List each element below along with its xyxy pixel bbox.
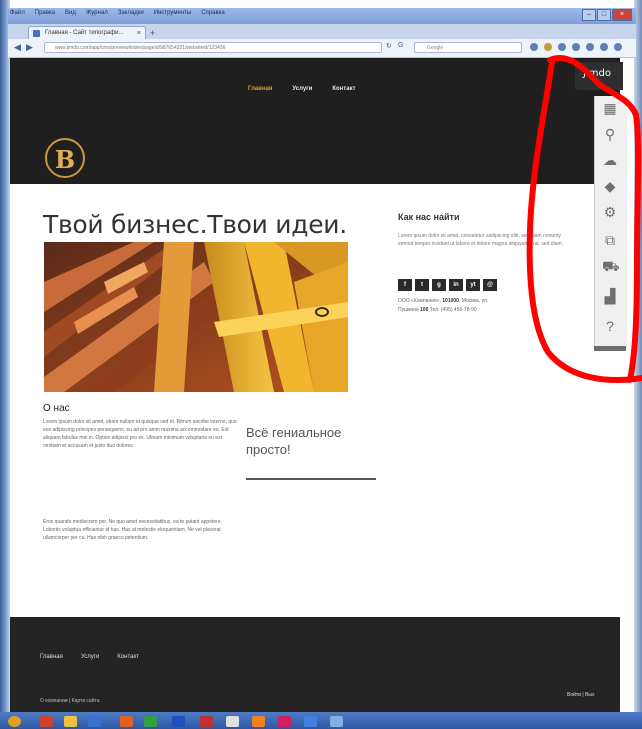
home-icon[interactable] — [558, 43, 566, 51]
linkedin-icon[interactable]: in — [449, 279, 463, 291]
jimdo-logo: Jimdo — [583, 68, 611, 79]
stats-icon[interactable]: ▟ — [602, 288, 618, 304]
taskbar-app-icon[interactable] — [144, 716, 157, 727]
menu-history[interactable]: Журнал — [84, 10, 110, 20]
taskbar-app-icon[interactable] — [278, 716, 291, 727]
menu-tools[interactable]: Инструменты — [152, 10, 193, 20]
paint-icon[interactable]: ☁ — [602, 152, 618, 168]
address-city: , Москва, ул. — [458, 298, 489, 304]
taskbar-app-icon[interactable] — [40, 716, 53, 727]
share-icon[interactable] — [600, 43, 608, 51]
box-icon[interactable]: ◆ — [602, 178, 618, 194]
hero-image — [44, 242, 348, 392]
taskbar-app-icon[interactable] — [120, 716, 133, 727]
taskbar-firefox-icon[interactable] — [252, 716, 265, 727]
footer-nav-home[interactable]: Главная — [40, 654, 63, 660]
address-street: Пушкина — [398, 307, 421, 313]
browser-tab[interactable]: Главная - Сайт типографи... × — [28, 26, 146, 39]
email-icon[interactable]: @ — [483, 279, 497, 291]
favicon-icon — [33, 30, 40, 37]
jimdo-badge[interactable]: Jimdo — [575, 62, 623, 90]
back-icon[interactable]: ◀ — [14, 42, 21, 53]
taskbar-app-icon[interactable] — [200, 716, 213, 727]
social-links: f t g in yt @ — [398, 279, 497, 291]
window-controls: – □ × — [582, 9, 632, 21]
googleplus-icon[interactable]: g — [432, 279, 446, 291]
menu-bar: Файл Правка Вид Журнал Закладки Инструме… — [8, 10, 227, 20]
about-title: О нас — [43, 403, 70, 414]
menu-view[interactable]: Вид — [63, 10, 78, 20]
site-footer — [10, 617, 620, 712]
login-link[interactable]: Войти | Вых — [567, 692, 595, 698]
start-button-icon[interactable] — [8, 716, 21, 727]
about-paragraph-2: Eros quando mediocrem per. Ne quo amet n… — [43, 519, 222, 541]
close-window-button[interactable]: × — [612, 9, 632, 21]
youtube-icon[interactable]: yt — [466, 279, 480, 291]
nav-home[interactable]: Главная — [248, 86, 272, 92]
search-input[interactable]: Google — [414, 42, 522, 53]
preview-icon[interactable]: ⧉ — [602, 232, 618, 248]
menu-edit[interactable]: Правка — [33, 10, 57, 20]
sync-icon[interactable] — [586, 43, 594, 51]
taskbar-app-icon[interactable] — [226, 716, 239, 727]
about-paragraph-1: Lorem ipsum dolor sit amet, etiam nullam… — [43, 419, 237, 449]
reload-icon[interactable]: ↻ — [386, 42, 392, 50]
taskbar-app-icon[interactable] — [330, 716, 343, 727]
photo-edge-right — [634, 0, 642, 729]
gear-icon[interactable]: ⚙ — [602, 204, 618, 220]
bookmark-icon[interactable] — [530, 43, 538, 51]
new-tab-button[interactable]: + — [150, 28, 155, 38]
minimize-button[interactable]: – — [582, 9, 596, 21]
tab-title: Главная - Сайт типографи... — [45, 30, 124, 36]
quote-divider — [246, 478, 376, 480]
url-input[interactable]: www.jimdo.com/app/cms/preview/index/page… — [44, 42, 382, 53]
forward-icon[interactable]: ▶ — [26, 42, 33, 53]
site-logo[interactable]: B — [45, 138, 85, 178]
taskbar-word-icon[interactable] — [172, 716, 185, 727]
nav-contact[interactable]: Контакт — [332, 86, 355, 92]
site-header — [10, 58, 620, 184]
taskbar-app-icon[interactable] — [304, 716, 317, 727]
quote-heading: Всё гениальное просто! — [246, 425, 342, 457]
layout-icon[interactable]: ▦ — [602, 100, 618, 116]
footer-links[interactable]: О компании | Карта сайта — [40, 698, 100, 704]
taskbar-folder-icon[interactable] — [64, 716, 77, 727]
site-navigation: Главная Услуги Контакт — [248, 86, 356, 92]
footer-nav-contact[interactable]: Контакт — [117, 654, 139, 660]
tie-icon[interactable]: ⚲ — [602, 126, 618, 142]
address-block: ООО «Компания», 101000, Москва, ул. Пушк… — [398, 297, 573, 315]
google-icon[interactable]: G — [398, 42, 403, 49]
footer-navigation: Главная Услуги Контакт — [40, 654, 139, 660]
address-zip: 101000 — [442, 298, 459, 304]
menu-bookmarks[interactable]: Закладки — [116, 10, 146, 20]
nav-services[interactable]: Услуги — [292, 86, 312, 92]
find-us-text: Lorem ipsum dolor sit amet, consetetur s… — [398, 233, 564, 247]
maximize-button[interactable]: □ — [597, 9, 611, 21]
find-us-title: Как нас найти — [398, 212, 460, 222]
facebook-icon[interactable]: f — [398, 279, 412, 291]
addon-icon[interactable] — [572, 43, 580, 51]
twitter-icon[interactable]: t — [415, 279, 429, 291]
address-phone: Тел. (495) 456-78-90 — [428, 307, 477, 313]
taskbar-app-icon[interactable] — [88, 716, 101, 727]
address-prefix: ООО «Компания», — [398, 298, 443, 304]
footer-nav-services[interactable]: Услуги — [81, 654, 99, 660]
hero-title: Твой бизнес.Твои идеи. — [43, 210, 347, 239]
panel-footer — [594, 346, 626, 351]
menu-icon[interactable] — [614, 43, 622, 51]
menu-file[interactable]: Файл — [8, 10, 27, 20]
photo-edge-left — [0, 0, 10, 729]
cart-icon[interactable]: ⛟ — [602, 258, 620, 274]
download-icon[interactable] — [544, 43, 552, 51]
menu-help[interactable]: Справка — [199, 10, 227, 20]
help-icon[interactable]: ? — [602, 318, 618, 334]
